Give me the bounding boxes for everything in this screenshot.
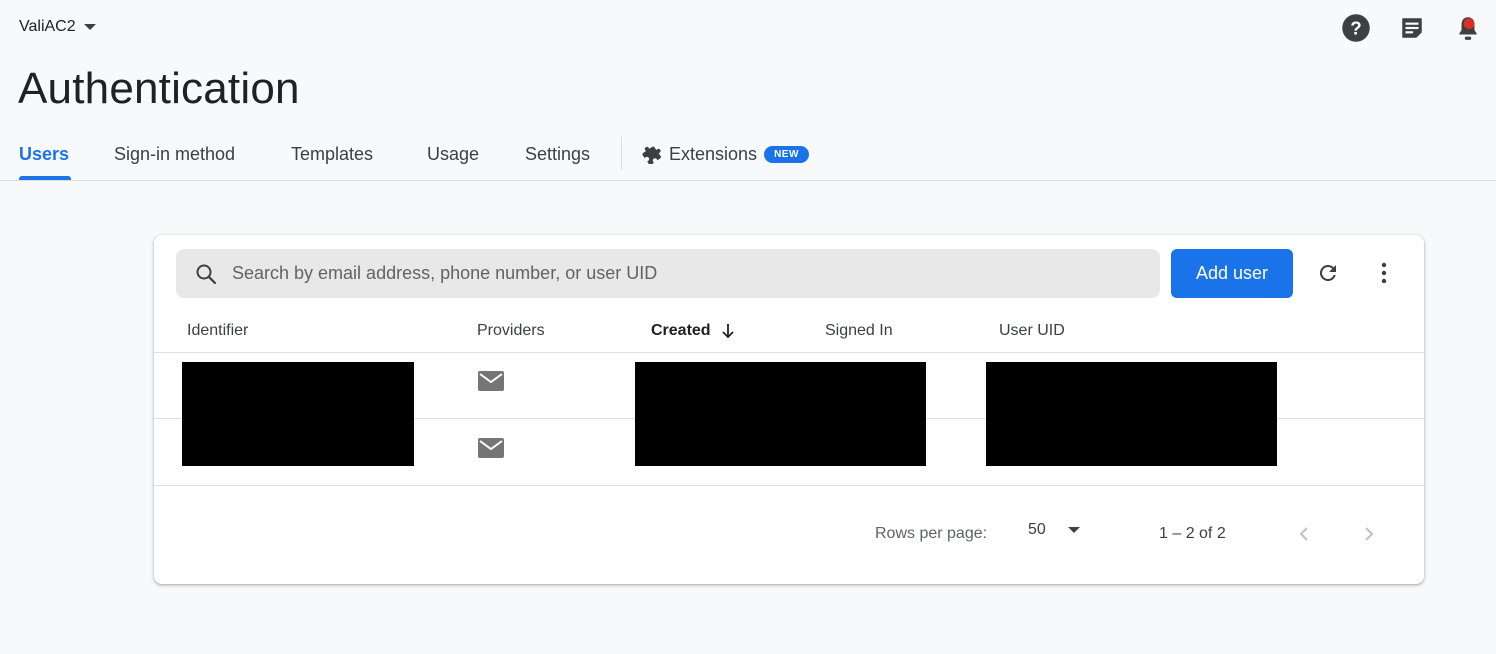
new-badge: NEW xyxy=(764,145,809,163)
tab-label: Templates xyxy=(291,143,374,164)
tab-label: Sign-in method xyxy=(114,143,236,164)
tab-label: Users xyxy=(19,143,70,164)
search-box[interactable] xyxy=(176,249,1160,298)
column-label: Signed In xyxy=(825,322,893,339)
tab-usage[interactable]: Usage xyxy=(427,128,479,180)
tab-extensions[interactable]: Extensions NEW xyxy=(642,128,809,180)
project-switcher[interactable]: ValiAC2 xyxy=(19,18,96,36)
row-divider xyxy=(154,485,1424,486)
column-header-identifier[interactable]: Identifier xyxy=(187,322,248,340)
rows-per-page-label: Rows per page: xyxy=(875,525,988,542)
column-label: User UID xyxy=(999,322,1065,339)
tab-users[interactable]: Users xyxy=(19,128,69,180)
tab-templates[interactable]: Templates xyxy=(291,128,373,180)
sort-arrow-down-icon xyxy=(721,323,735,339)
pagination-range: 1 – 2 of 2 xyxy=(1159,525,1226,542)
help-icon[interactable]: ? xyxy=(1340,12,1372,44)
search-input[interactable] xyxy=(232,263,1132,284)
dropdown-caret-icon xyxy=(83,24,96,30)
search-icon xyxy=(194,262,218,286)
redacted-identifier xyxy=(182,362,414,466)
tab-bar: Users Sign-in method Templates Usage Set… xyxy=(0,128,1496,181)
email-provider-icon xyxy=(478,371,504,391)
column-label: Identifier xyxy=(187,322,249,339)
rows-per-page-select[interactable]: 50 xyxy=(1028,521,1080,539)
tab-label: Settings xyxy=(525,143,591,164)
tab-settings[interactable]: Settings xyxy=(525,128,590,180)
svg-text:?: ? xyxy=(1350,17,1361,38)
header-icons: ? xyxy=(1340,12,1484,44)
project-name: ValiAC2 xyxy=(19,18,76,35)
column-header-providers[interactable]: Providers xyxy=(477,322,545,340)
column-header-user-uid[interactable]: User UID xyxy=(999,322,1065,340)
column-label: Created xyxy=(651,322,711,339)
previous-page-icon[interactable] xyxy=(1294,523,1314,545)
column-header-created[interactable]: Created xyxy=(651,322,735,340)
column-label: Providers xyxy=(477,322,545,339)
feedback-icon[interactable] xyxy=(1396,12,1428,44)
dropdown-caret-icon xyxy=(1067,527,1080,533)
active-tab-indicator xyxy=(19,176,71,180)
users-card: Add user Identifier Providers Created Si… xyxy=(154,235,1424,584)
tab-sign-in-method[interactable]: Sign-in method xyxy=(114,128,235,180)
tab-label: Usage xyxy=(427,143,480,164)
rows-per-page-value: 50 xyxy=(1028,521,1046,538)
redacted-dates xyxy=(635,362,926,466)
next-page-icon[interactable] xyxy=(1359,523,1379,545)
tab-label: Extensions xyxy=(669,143,758,164)
column-header-signed-in[interactable]: Signed In xyxy=(825,322,893,340)
email-provider-icon xyxy=(478,438,504,458)
redacted-user-uid xyxy=(986,362,1277,466)
tab-divider xyxy=(621,137,622,170)
page-title: Authentication xyxy=(18,64,300,113)
more-vert-icon[interactable] xyxy=(1374,259,1394,287)
refresh-icon[interactable] xyxy=(1314,259,1342,287)
notifications-icon[interactable] xyxy=(1452,12,1484,44)
add-user-button[interactable]: Add user xyxy=(1171,249,1293,298)
extensions-puzzle-icon xyxy=(642,144,662,164)
